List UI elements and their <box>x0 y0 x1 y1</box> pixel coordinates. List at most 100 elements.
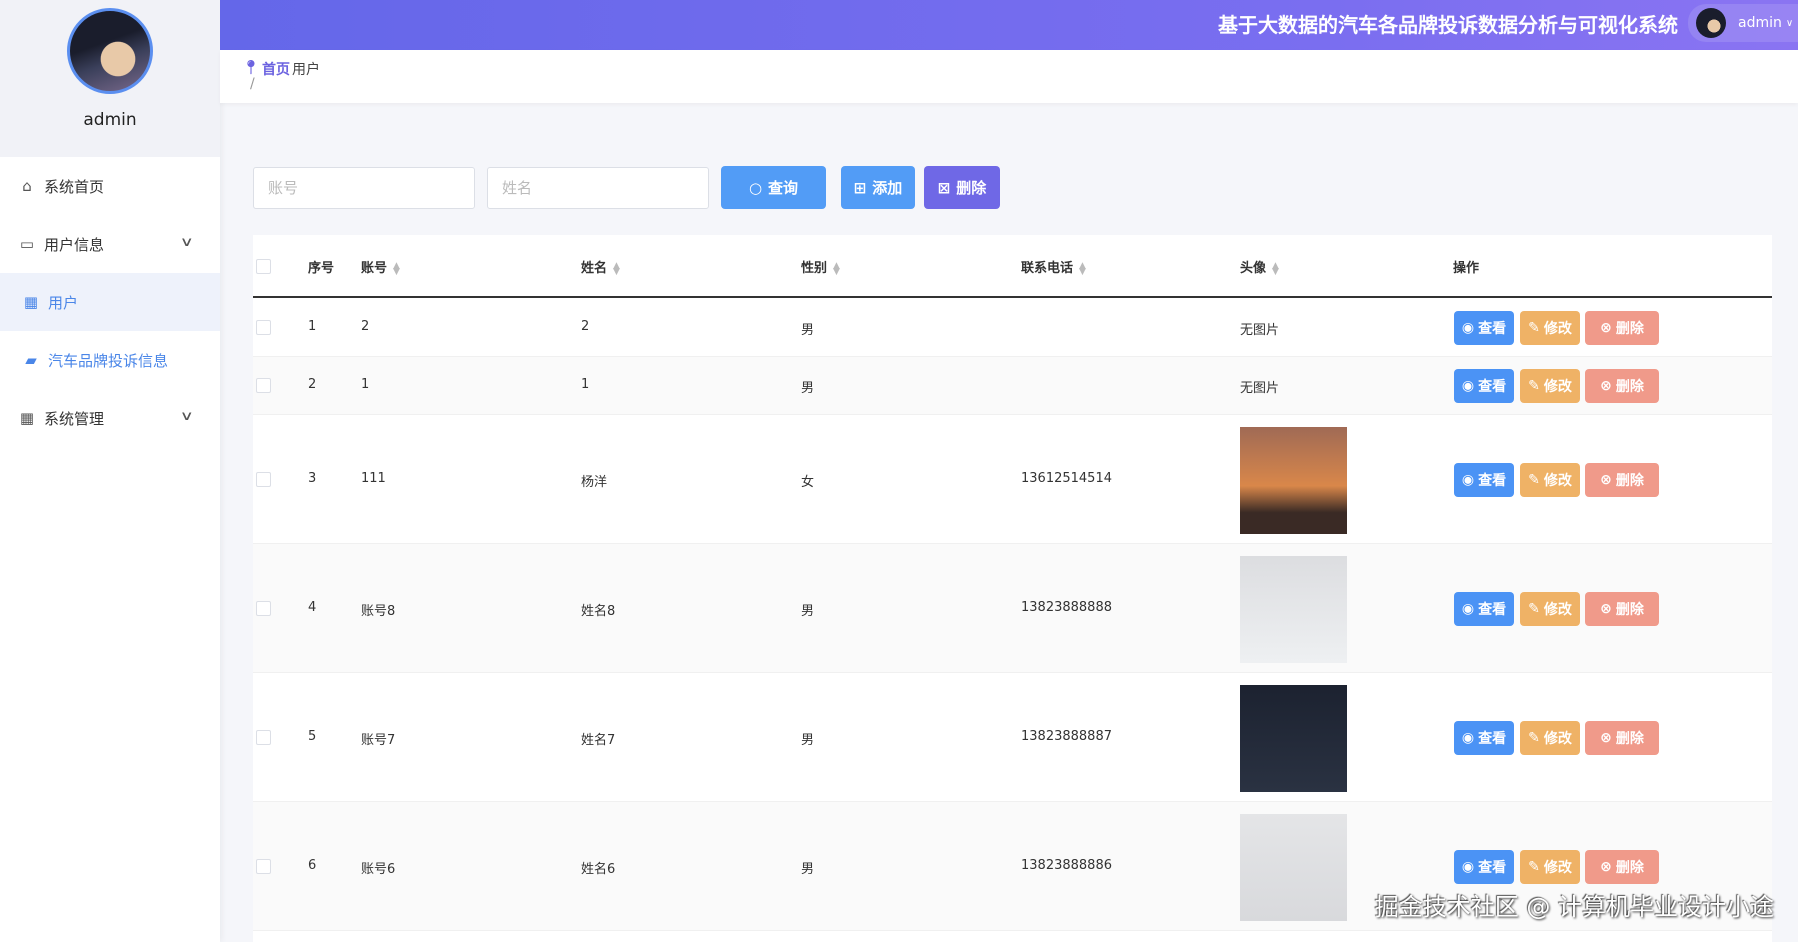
edit-label: 修改 <box>1544 857 1572 877</box>
view-label: 查看 <box>1478 470 1506 490</box>
view-button[interactable]: ◉查看 <box>1454 592 1514 626</box>
col-name[interactable]: 姓名▲▼ <box>581 257 620 276</box>
edit-button[interactable]: ✎修改 <box>1520 311 1580 345</box>
sort-icon[interactable]: ▲▼ <box>833 263 840 275</box>
view-button[interactable]: ◉查看 <box>1454 850 1514 884</box>
edit-button[interactable]: ✎修改 <box>1520 850 1580 884</box>
avatar-image[interactable] <box>1240 427 1347 534</box>
sidebar-item-label: 用户信息 <box>44 234 104 255</box>
cell-name: 姓名8 <box>581 600 615 619</box>
view-label: 查看 <box>1478 376 1506 396</box>
col-label: 头像 <box>1240 261 1266 276</box>
sort-icon[interactable]: ▲▼ <box>1272 263 1279 275</box>
sort-icon[interactable]: ▲▼ <box>613 263 620 275</box>
delete-square-icon: ⊠ <box>938 179 951 197</box>
edit-label: 修改 <box>1544 376 1572 396</box>
select-all-checkbox[interactable] <box>256 259 271 274</box>
wallet-icon: ▭ <box>18 235 36 253</box>
sidebar-item-user-info[interactable]: ▭ 用户信息 ∨ <box>0 215 220 273</box>
row-checkbox[interactable] <box>256 859 271 874</box>
col-label: 性别 <box>801 261 827 276</box>
edit-button[interactable]: ✎修改 <box>1520 721 1580 755</box>
delete-button[interactable]: ⊗删除 <box>1585 311 1659 345</box>
delete-label: 删除 <box>1616 857 1644 877</box>
cell-avatar: 无图片 <box>1240 377 1279 396</box>
cell-gender: 男 <box>801 858 814 877</box>
avatar-image[interactable] <box>1240 814 1347 921</box>
table-row: 4账号8姓名8男13823888888◉查看 ✎修改 ⊗删除 <box>253 544 1772 673</box>
delete-label: 删除 <box>1616 470 1644 490</box>
add-label: 添加 <box>872 177 902 198</box>
edit-button[interactable]: ✎修改 <box>1520 463 1580 497</box>
cell-phone: 13612514514 <box>1021 471 1112 486</box>
cell-no: 3 <box>308 471 316 486</box>
add-button[interactable]: ⊞添加 <box>841 166 915 209</box>
cell-no: 4 <box>308 600 316 615</box>
view-label: 查看 <box>1478 728 1506 748</box>
cell-avatar: 无图片 <box>1240 319 1279 338</box>
breadcrumb-current: 用户 <box>292 59 320 79</box>
user-name: admin <box>1738 15 1782 31</box>
row-checkbox[interactable] <box>256 601 271 616</box>
cell-name: 姓名7 <box>581 729 615 748</box>
sidebar-item-label: 系统管理 <box>44 408 104 429</box>
sidebar-item-complaints[interactable]: ▰汽车品牌投诉信息 <box>0 331 220 389</box>
profile-username: admin <box>0 110 220 130</box>
delete-button[interactable]: ⊗删除 <box>1585 463 1659 497</box>
table-row: 211男无图片◉查看 ✎修改 ⊗删除 <box>253 357 1772 415</box>
eye-icon: ◉ <box>1462 472 1474 488</box>
delete-label: 删除 <box>1616 376 1644 396</box>
table-header: 序号 账号▲▼ 姓名▲▼ 性别▲▼ 联系电话▲▼ 头像▲▼ 操作 <box>253 235 1772 298</box>
eye-icon: ◉ <box>1462 378 1474 394</box>
avatar[interactable] <box>67 8 153 94</box>
edit-button[interactable]: ✎修改 <box>1520 592 1580 626</box>
sort-icon[interactable]: ▲▼ <box>393 263 400 275</box>
view-button[interactable]: ◉查看 <box>1454 369 1514 403</box>
col-account[interactable]: 账号▲▼ <box>361 257 400 276</box>
row-checkbox[interactable] <box>256 378 271 393</box>
chevron-down-icon: ∨ <box>180 235 194 250</box>
batch-delete-button[interactable]: ⊠ 删除 <box>924 166 1000 209</box>
avatar-image[interactable] <box>1240 556 1347 663</box>
sidebar-item-home[interactable]: ⌂系统首页 <box>0 157 220 215</box>
cell-no: 1 <box>308 319 316 334</box>
delete-label: 删除 <box>956 177 986 198</box>
edit-icon: ✎ <box>1528 378 1540 394</box>
col-phone[interactable]: 联系电话 ▲▼ <box>1021 257 1086 276</box>
close-circle-icon: ⊗ <box>1600 601 1612 617</box>
row-checkbox[interactable] <box>256 730 271 745</box>
sidebar-item-label: 用户 <box>48 292 78 313</box>
delete-button[interactable]: ⊗删除 <box>1585 369 1659 403</box>
row-checkbox[interactable] <box>256 320 271 335</box>
cell-gender: 男 <box>801 377 814 396</box>
col-gender[interactable]: 性别 ▲▼ <box>801 257 840 276</box>
edit-button[interactable]: ✎修改 <box>1520 369 1580 403</box>
cell-name: 杨洋 <box>581 471 607 490</box>
cell-gender: 女 <box>801 471 814 490</box>
query-label: 查询 <box>768 177 798 198</box>
edit-icon: ✎ <box>1528 472 1540 488</box>
edit-icon: ✎ <box>1528 859 1540 875</box>
sidebar-item-system[interactable]: ▦系统管理∨ <box>0 389 220 447</box>
delete-button[interactable]: ⊗删除 <box>1585 721 1659 755</box>
account-search-input[interactable] <box>253 167 475 209</box>
view-button[interactable]: ◉查看 <box>1454 463 1514 497</box>
cell-account: 账号7 <box>361 729 395 748</box>
breadcrumb-home[interactable]: 首页 <box>262 59 290 79</box>
view-button[interactable]: ◉查看 <box>1454 721 1514 755</box>
close-circle-icon: ⊗ <box>1600 472 1612 488</box>
row-checkbox[interactable] <box>256 472 271 487</box>
user-menu[interactable]: admin∨ <box>1688 4 1798 42</box>
col-avatar[interactable]: 头像 ▲▼ <box>1240 257 1279 276</box>
profile: admin <box>0 0 220 157</box>
view-button[interactable]: ◉查看 <box>1454 311 1514 345</box>
eye-icon: ◉ <box>1462 730 1474 746</box>
avatar-image[interactable] <box>1240 685 1347 792</box>
delete-button[interactable]: ⊗删除 <box>1585 592 1659 626</box>
sort-icon[interactable]: ▲▼ <box>1079 263 1086 275</box>
query-button[interactable]: ○查询 <box>721 166 826 209</box>
name-search-input[interactable] <box>487 167 709 209</box>
col-label: 联系电话 <box>1021 261 1073 276</box>
sidebar-item-users[interactable]: ▦用户 <box>0 273 220 331</box>
delete-button[interactable]: ⊗删除 <box>1585 850 1659 884</box>
